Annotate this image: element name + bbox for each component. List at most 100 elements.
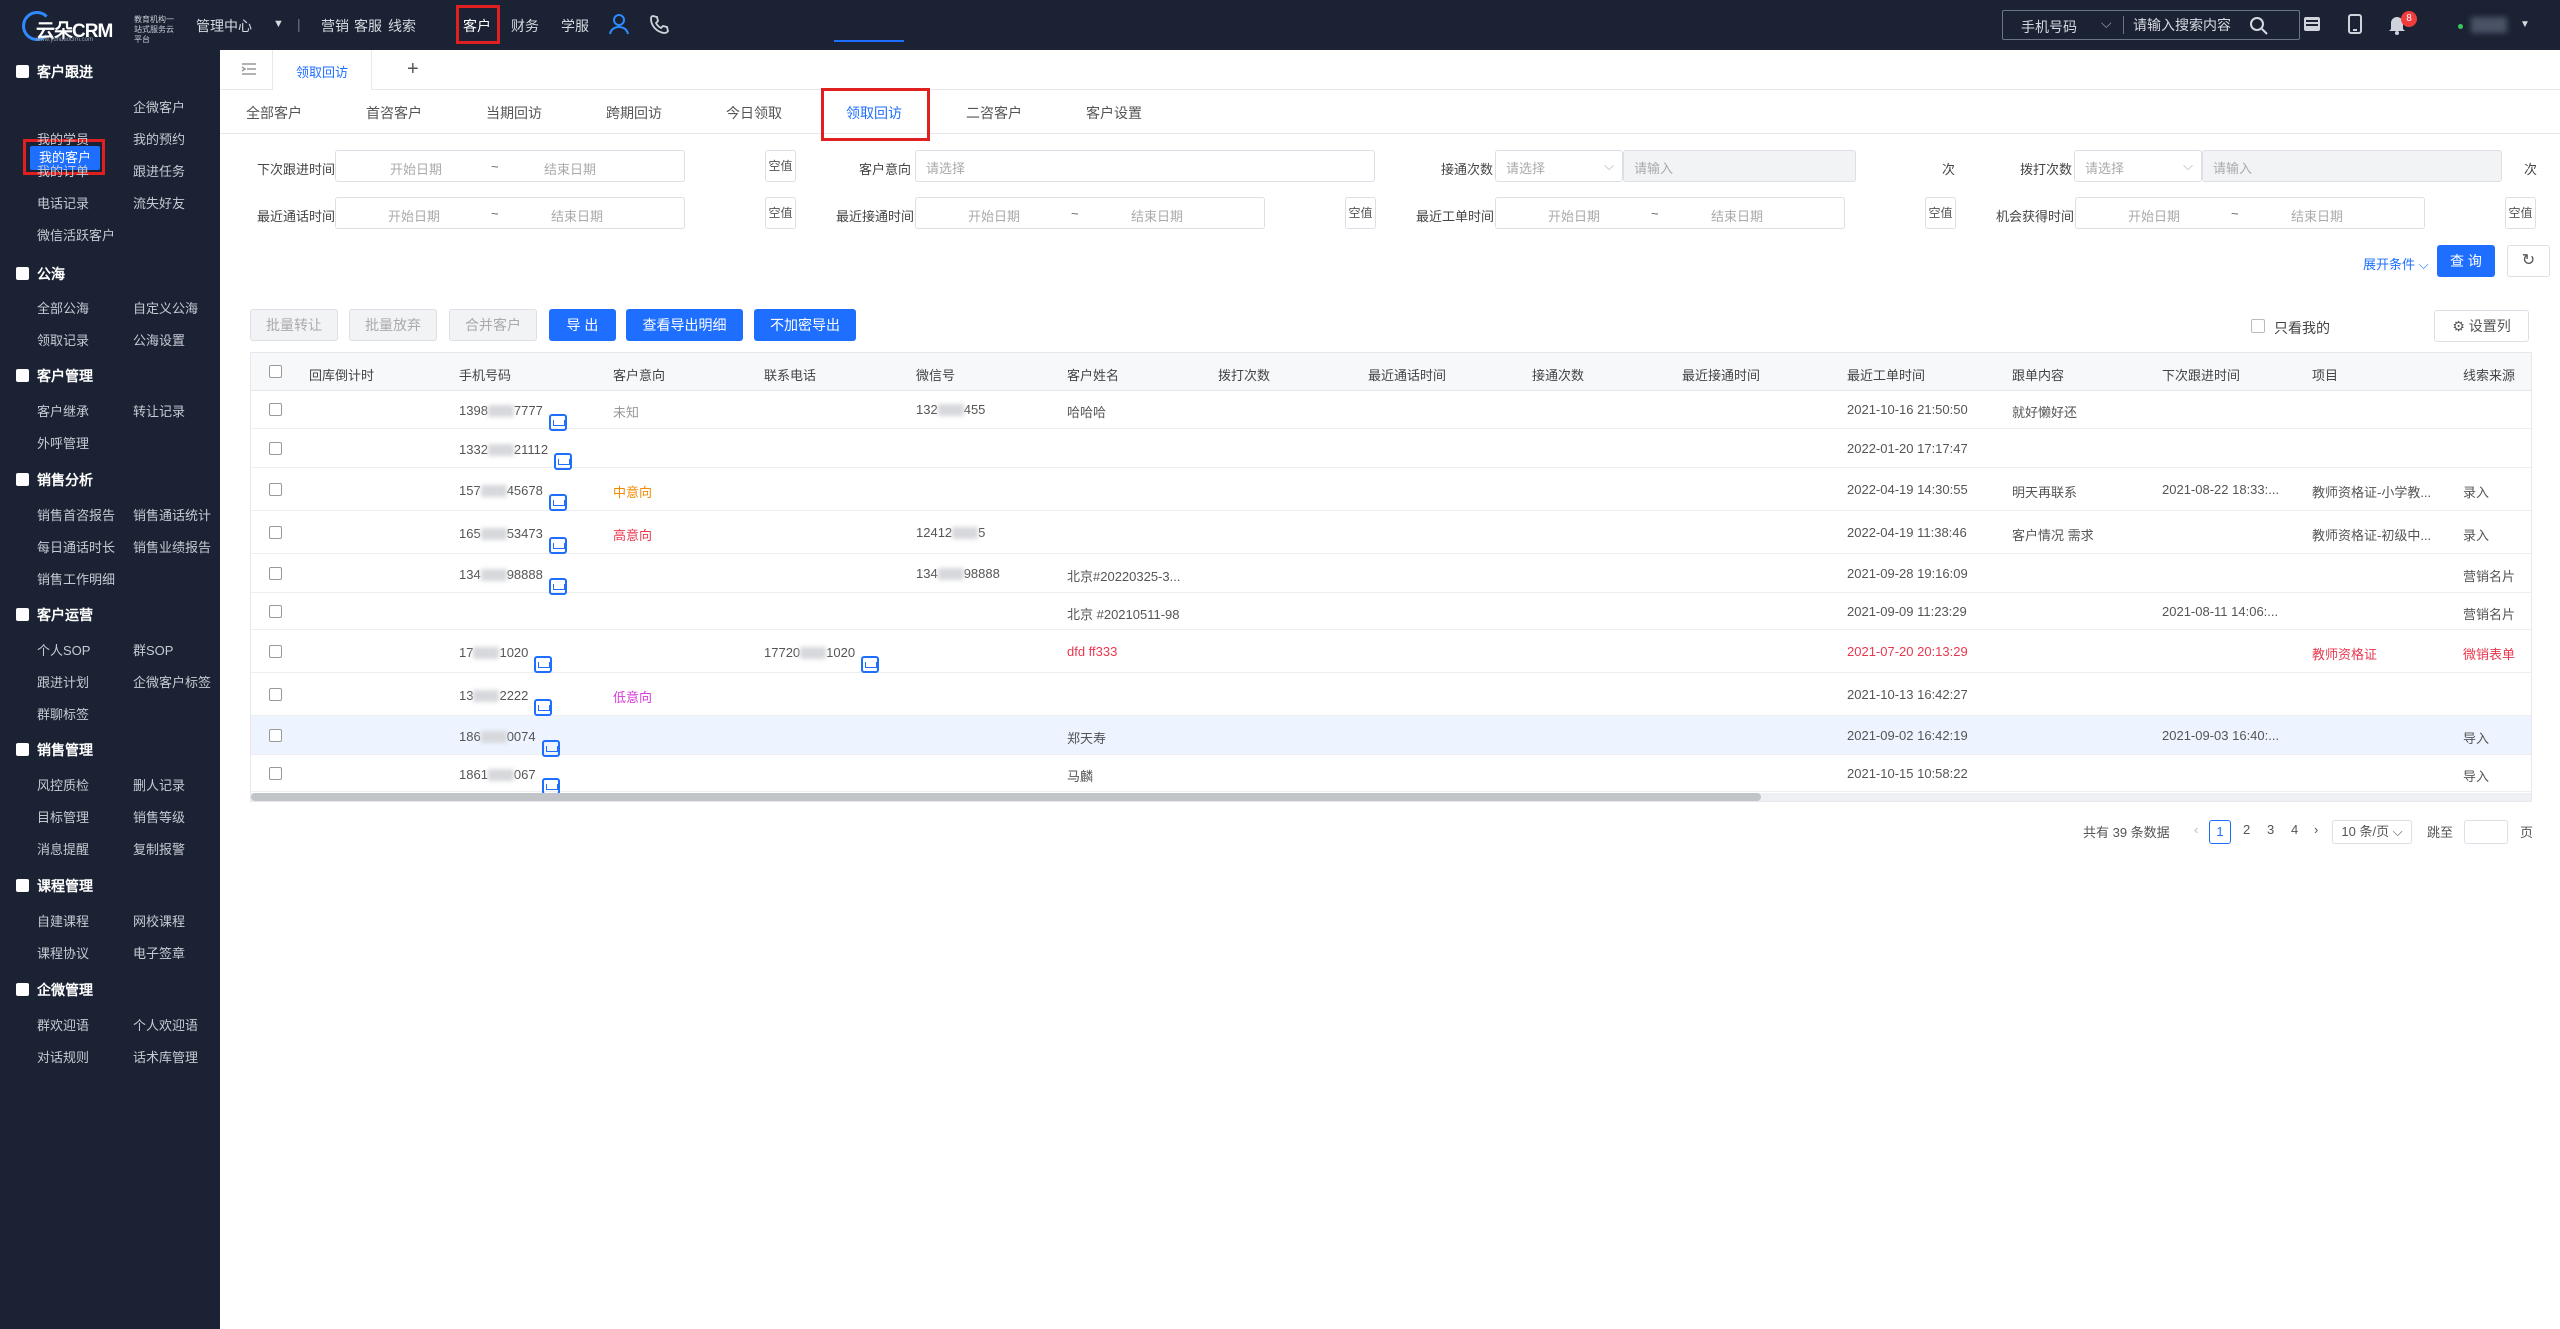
nav-marketing[interactable]: 营销 <box>321 16 349 36</box>
chevron-down-icon[interactable]: ⌵ <box>2101 15 2112 32</box>
next-page-button[interactable]: › <box>2314 822 2318 837</box>
user-icon[interactable] <box>608 13 630 35</box>
col-last-call[interactable]: 最近通话时间 <box>1368 365 1446 384</box>
sidebar-item-risk-qc[interactable]: 风控质检 <box>37 775 89 794</box>
row-checkbox[interactable] <box>269 483 282 496</box>
export-button[interactable]: 导 出 <box>549 309 616 341</box>
col-intent[interactable]: 客户意向 <box>613 365 665 384</box>
select-all-checkbox[interactable] <box>269 365 282 378</box>
table-row[interactable]: 1332 21112 2022-01-20 17:17:47 <box>251 429 2531 470</box>
sidebar-item-work-detail[interactable]: 销售工作明细 <box>37 569 115 588</box>
goto-page-input[interactable] <box>2464 820 2508 844</box>
subtab-today-claimed[interactable]: 今日领取 <box>726 103 782 123</box>
sidebar-group-sales-analysis[interactable]: 销售分析 <box>16 470 93 490</box>
row-checkbox[interactable] <box>269 567 282 580</box>
sidebar-item-call-records[interactable]: 电话记录 <box>37 193 89 212</box>
col-last-order[interactable]: 最近工单时间 <box>1847 365 1925 384</box>
row-checkbox[interactable] <box>269 526 282 539</box>
nav-student-service[interactable]: 学服 <box>561 16 589 36</box>
refresh-button[interactable]: ↻ <box>2507 245 2550 277</box>
nav-service[interactable]: 客服 <box>354 16 382 36</box>
row-checkbox[interactable] <box>269 605 282 618</box>
call-phone-icon[interactable] <box>534 656 553 673</box>
table-row[interactable]: 157 45678 中意向 2022-04-19 14:30:55 明天再联系 2021-… <box>251 468 2531 511</box>
page-3[interactable]: 3 <box>2267 822 2274 837</box>
col-next-follow[interactable]: 下次跟进时间 <box>2162 365 2240 384</box>
last-order-range[interactable]: 开始日期 ~ 结束日期 <box>1495 197 1845 229</box>
merge-customers-button[interactable]: 合并客户 <box>449 309 537 341</box>
table-row[interactable]: 1398 7777 未知 132 455 哈哈哈 2021-10-16 21:50:50 就好… <box>251 391 2531 431</box>
col-name[interactable]: 客户姓名 <box>1067 365 1119 384</box>
last-order-empty-button[interactable]: 空值 <box>1925 197 1956 229</box>
table-row[interactable]: 北京 #20210511-98 2021-09-09 11:23:29 2021-0… <box>251 593 2531 630</box>
sidebar-item-follow-plan[interactable]: 跟进计划 <box>37 672 89 691</box>
connect-count-input[interactable]: 请输入 <box>1623 150 1856 182</box>
sidebar-item-wechat-active[interactable]: 微信活跃客户 <box>37 225 115 244</box>
next-follow-range[interactable]: 开始日期 ~ 结束日期 <box>335 150 685 182</box>
call-phone-icon[interactable] <box>548 537 567 554</box>
sidebar-item-pool-settings[interactable]: 公海设置 <box>133 330 185 349</box>
subtab-customer-settings[interactable]: 客户设置 <box>1086 103 1142 123</box>
table-row[interactable]: 17 1020 17720 1020 dfd ff333 2021-07-20 20:13… <box>251 630 2531 673</box>
last-call-empty-button[interactable]: 空值 <box>765 197 796 229</box>
row-checkbox[interactable] <box>269 645 282 658</box>
sidebar-item-personal-welcome[interactable]: 个人欢迎语 <box>133 1015 198 1034</box>
page-4[interactable]: 4 <box>2291 822 2298 837</box>
table-row[interactable]: 1861 067 马麟 2021-10-15 10:58:22 导入 <box>251 755 2531 795</box>
menu-collapse-icon[interactable] <box>240 60 258 78</box>
sidebar-item-my-appointments[interactable]: 我的预约 <box>133 129 185 148</box>
col-source[interactable]: 线索来源 <box>2463 365 2515 384</box>
call-phone-icon[interactable] <box>861 656 880 673</box>
last-call-range[interactable]: 开始日期 ~ 结束日期 <box>335 197 685 229</box>
intent-select[interactable]: 请选择 <box>915 150 1375 182</box>
phone-icon[interactable] <box>648 13 670 35</box>
search-type-select[interactable]: 手机号码 <box>2021 17 2077 37</box>
only-mine-checkbox[interactable] <box>2251 319 2265 333</box>
col-dial-count[interactable]: 拨打次数 <box>1218 365 1270 384</box>
sidebar-item-personal-sop[interactable]: 个人SOP <box>37 640 90 659</box>
page-size-select[interactable]: 10 条/页 ⌵ <box>2332 820 2412 844</box>
next-follow-empty-button[interactable]: 空值 <box>765 150 796 182</box>
subtab-current-callback[interactable]: 当期回访 <box>486 103 542 123</box>
page-1[interactable]: 1 <box>2209 820 2231 844</box>
table-row[interactable]: 165 53473 高意向 12412 5 2022-04-19 11:38:46 客户情况… <box>251 511 2531 554</box>
sidebar-item-wecom-customers[interactable]: 企微客户 <box>133 97 185 116</box>
subtab-all[interactable]: 全部客户 <box>246 103 302 123</box>
set-columns-button[interactable]: ⚙ 设置列 <box>2434 310 2529 342</box>
table-row[interactable]: 13 2222 低意向 2021-10-13 16:42:27 <box>251 673 2531 716</box>
table-row[interactable]: 186 0074 郑天寿 2021-09-02 16:42:19 2021-09-03 … <box>251 716 2531 757</box>
query-button[interactable]: 查 询 <box>2437 245 2495 277</box>
last-connect-range[interactable]: 开始日期 ~ 结束日期 <box>915 197 1265 229</box>
nav-leads[interactable]: 线索 <box>388 16 416 36</box>
sidebar-item-follow-tasks[interactable]: 跟进任务 <box>133 161 185 180</box>
mgmt-center-chevron-icon[interactable]: ▼ <box>273 18 284 30</box>
avatar[interactable] <box>2471 17 2507 33</box>
sidebar-group-operations[interactable]: 客户运营 <box>16 605 93 625</box>
sidebar-item-copy-alerts[interactable]: 复制报警 <box>133 839 185 858</box>
account-chevron-icon[interactable]: ▼ <box>2520 19 2530 30</box>
row-checkbox[interactable] <box>269 767 282 780</box>
keyboard-icon[interactable] <box>2301 13 2323 35</box>
col-connect-count[interactable]: 接通次数 <box>1532 365 1584 384</box>
sidebar-item-online-courses[interactable]: 网校课程 <box>133 911 185 930</box>
sidebar-group-customer-mgmt[interactable]: 客户管理 <box>16 366 93 386</box>
dial-count-operator[interactable]: 请选择 ⌵ <box>2074 150 2202 182</box>
sidebar-item-delete-records[interactable]: 删人记录 <box>133 775 185 794</box>
col-tel[interactable]: 联系电话 <box>764 365 816 384</box>
search-input[interactable] <box>2133 15 2263 35</box>
plain-export-button[interactable]: 不加密导出 <box>754 309 856 341</box>
sidebar-item-inherit[interactable]: 客户继承 <box>37 401 89 420</box>
sidebar-item-group-chat-tags[interactable]: 群聊标签 <box>37 704 89 723</box>
search-icon[interactable] <box>2249 16 2269 36</box>
sidebar-item-sales-level[interactable]: 销售等级 <box>133 807 185 826</box>
chance-time-range[interactable]: 开始日期 ~ 结束日期 <box>2075 197 2425 229</box>
sidebar-item-first-consult-report[interactable]: 销售首咨报告 <box>37 505 115 524</box>
col-project[interactable]: 项目 <box>2312 365 2338 384</box>
row-checkbox[interactable] <box>269 442 282 455</box>
sidebar-item-all-pool[interactable]: 全部公海 <box>37 298 89 317</box>
sidebar-item-target-mgmt[interactable]: 目标管理 <box>37 807 89 826</box>
sidebar-item-wecom-tags[interactable]: 企微客户标签 <box>133 672 211 691</box>
col-wechat[interactable]: 微信号 <box>916 365 955 384</box>
col-content[interactable]: 跟单内容 <box>2012 365 2064 384</box>
row-checkbox[interactable] <box>269 688 282 701</box>
